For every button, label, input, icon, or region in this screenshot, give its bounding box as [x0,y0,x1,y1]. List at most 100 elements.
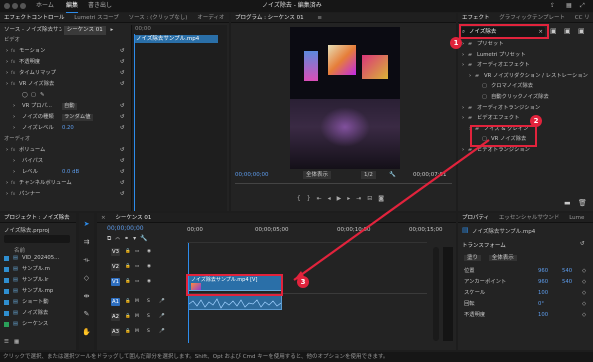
expand-chevron-icon[interactable]: › [13,125,15,132]
chevron-icon[interactable]: › [462,105,464,112]
ec-playhead[interactable] [134,34,135,211]
track-target-toggle[interactable]: V1 [111,278,120,286]
effect-folder[interactable]: › ▰ ビデオトランジション [458,147,593,154]
project-item[interactable]: ▤ サンプル.mp [0,288,76,295]
reset-icon[interactable]: ↺ [120,180,124,187]
keyframe-icon[interactable]: ◇ [582,289,586,298]
transform-reset-icon[interactable]: ↺ [580,241,585,247]
ec-row-value[interactable]: 0.20 [62,125,74,132]
timeline-close-icon[interactable]: × [97,213,110,223]
ec-clip-bar[interactable]: ノイズ除去サンプル.mp4 [134,35,218,43]
tab-cc-libraries[interactable]: CC リ [571,13,593,23]
go-to-out-icon[interactable]: ⇥ [356,195,367,202]
ec-row[interactable]: › レベル 0.0 dB ↺ [0,169,130,176]
label-color-swatch[interactable] [4,256,9,261]
program-fit-select[interactable]: 全体表示 [303,171,332,179]
effect-folder[interactable]: › ▰ オーディオエフェクト [458,62,593,69]
transform-value-x[interactable]: 100 [538,311,548,320]
new-bin-icon[interactable]: ▬ [564,199,571,207]
ec-source-name[interactable]: ソース - ノイズ除去サンプル.mp4 [4,26,62,35]
tab-effect-controls[interactable]: エフェクトコントロール [0,13,69,23]
voiceover-icon[interactable]: 🎤 [159,312,165,322]
project-item[interactable]: ▤ ショート動 [0,299,76,306]
mute-icon[interactable]: M [135,312,139,322]
project-item[interactable]: ▤ サンプル.lr [0,277,76,284]
label-color-swatch[interactable] [4,300,9,305]
reset-icon[interactable]: ↺ [120,70,124,77]
selection-tool-icon[interactable]: ➤ [81,219,92,230]
reset-icon[interactable]: ↺ [120,125,124,132]
reset-icon[interactable]: ↺ [120,158,124,165]
transform-value-x[interactable]: 960 [538,267,548,276]
reset-icon[interactable]: ↺ [120,81,124,88]
program-scrubber[interactable] [235,183,452,189]
lock-icon[interactable]: 🔒 [125,277,131,287]
window-min-dot[interactable] [12,3,18,9]
pen-tool-icon[interactable]: ✎ [81,309,92,320]
ec-row[interactable]: ◯ ▢ ✎ [0,92,130,99]
expand-chevron-icon[interactable]: › [6,81,8,88]
track-target-toggle[interactable]: V2 [111,263,120,271]
reset-icon[interactable]: ↺ [120,169,124,176]
sync-lock-icon[interactable]: ▭ [135,247,139,257]
reset-icon[interactable]: ↺ [120,48,124,55]
hand-tool-icon[interactable]: ✋ [81,327,92,338]
chevron-icon[interactable]: › [462,62,464,69]
step-forward-icon[interactable]: ▸ [347,195,356,202]
reset-icon[interactable]: ↺ [120,103,124,110]
tab-source[interactable]: ソース : (クリップなし) [125,13,192,23]
voiceover-icon[interactable]: 🎤 [159,297,165,307]
go-to-in-icon[interactable]: ⇤ [317,195,328,202]
accelerated-effects-icon[interactable]: ▣ [550,27,557,35]
tab-properties[interactable]: プロパティ [458,213,493,223]
32bit-effects-icon[interactable]: ▣ [564,27,571,35]
lock-icon[interactable]: 🔒 [125,312,131,322]
chevron-icon[interactable]: › [469,73,471,80]
reset-icon[interactable]: ↺ [120,147,124,154]
expand-chevron-icon[interactable]: › [6,59,8,66]
yuv-effects-icon[interactable]: ▣ [578,27,585,35]
program-resolution-select[interactable]: 1/2 [361,171,376,179]
transform-value-y[interactable]: 540 [562,278,572,287]
expand-chevron-icon[interactable]: › [6,70,8,77]
effect-folder[interactable]: › ▰ Lumetri プリセット [458,52,593,59]
effect-item[interactable]: ▢ クロマノイズ除去 [458,83,593,90]
pen-mask-icon[interactable]: ✎ [40,92,44,99]
tab-audio[interactable]: オーディオ [193,13,228,23]
project-item[interactable]: ▤ ノイズ除去 [0,310,76,317]
track-target-toggle[interactable]: A1 [111,298,120,306]
ec-row[interactable]: › fx モーション ↺ [0,48,130,55]
lock-icon[interactable]: 🔒 [125,327,131,337]
ec-row[interactable]: › fx ボリューム ↺ [0,147,130,154]
fx-icon[interactable]: fx [11,147,15,154]
expand-chevron-icon[interactable]: › [13,169,15,176]
transform-value-x[interactable]: 100 [538,289,548,298]
rect-mask-icon[interactable]: ▢ [31,92,36,99]
sync-lock-icon[interactable]: ▭ [135,262,139,272]
share-icon[interactable]: ⇪ [550,0,555,12]
lift-icon[interactable]: ⊟ [367,195,378,202]
delete-icon[interactable]: 🗑 [578,199,587,207]
fx-icon[interactable]: fx [11,48,15,55]
ec-row[interactable]: › ノイズの種類 ランダム値 ↺ [0,114,130,121]
tab-essential-sound[interactable]: エッセンシャルサウンド [495,213,564,223]
transform-value-x[interactable]: 0° [538,300,544,309]
ec-row-value[interactable]: ランダム値 [62,114,93,121]
expand-chevron-icon[interactable]: › [13,114,15,121]
fullscreen-icon[interactable]: ⤢ [580,0,585,12]
transform-value-y[interactable]: 540 [562,267,572,276]
track-target-toggle[interactable]: A2 [111,313,120,321]
reset-icon[interactable]: ↺ [120,59,124,66]
label-color-swatch[interactable] [4,267,9,272]
fx-icon[interactable]: fx [11,59,15,66]
lock-icon[interactable]: 🔒 [125,297,131,307]
fill-button[interactable]: 塗り [464,255,482,261]
timeline-timecode[interactable]: 00;00;00;00 [107,225,144,232]
lock-icon[interactable]: 🔒 [125,247,131,257]
eye-icon[interactable]: ◉ [147,262,151,272]
ec-row[interactable]: › バイパス ↺ [0,158,130,165]
program-monitor-title[interactable]: プログラム : シーケンス 01 [231,13,308,23]
window-close-dot[interactable] [4,3,10,9]
project-item[interactable]: ▤ サンプル.m [0,266,76,273]
fx-icon[interactable]: fx [11,191,15,198]
